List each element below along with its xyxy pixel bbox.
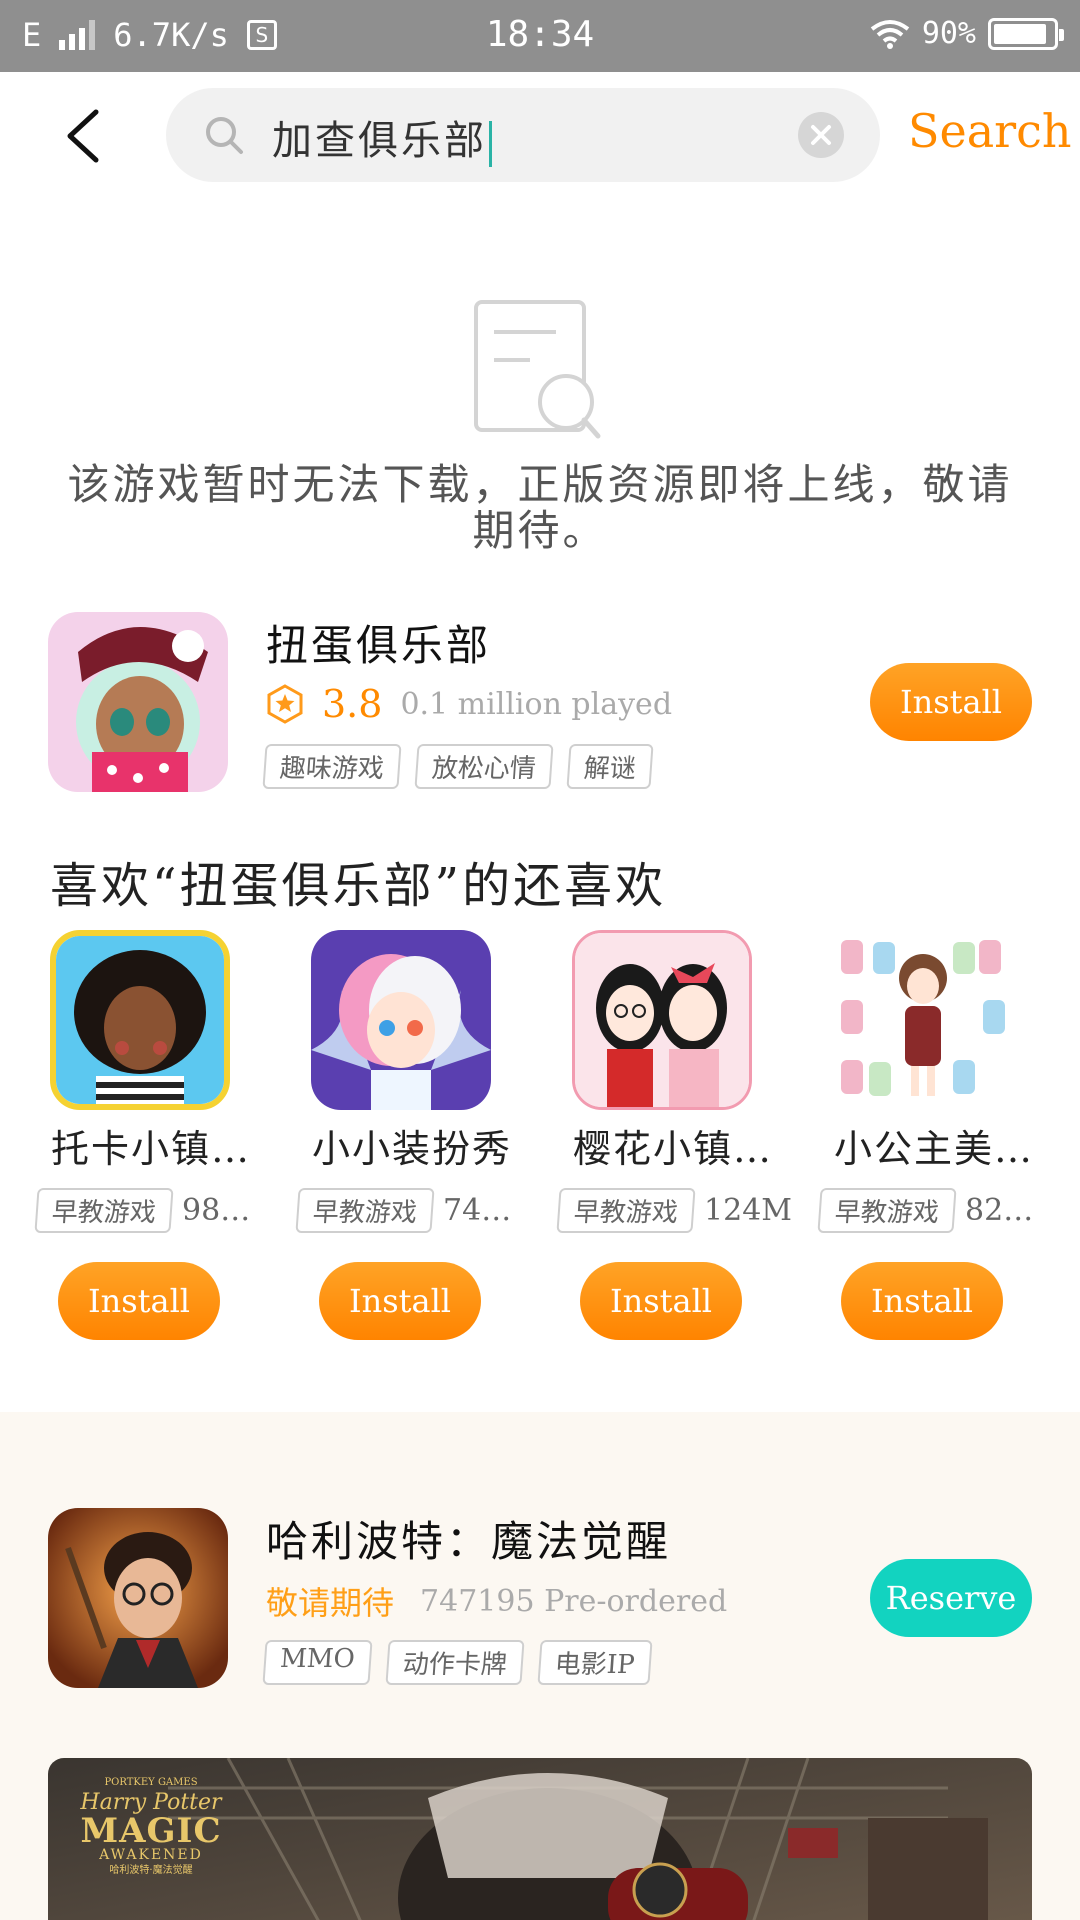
install-button[interactable]: Install — [841, 1262, 1003, 1340]
app-name: 小小装扮秀 — [311, 1127, 512, 1171]
tag: 趣味游戏 — [262, 744, 402, 789]
app-size: 124M — [704, 1193, 792, 1228]
harry-potter-logo: PORTKEY GAMES Harry Potter MAGIC AWAKENE… — [76, 1778, 226, 1876]
preorder-app-row[interactable]: 哈利波特：魔法觉醒 敬请期待 747195 Pre-ordered MMO 动作… — [0, 1508, 1080, 1688]
app-name: 小公主美… — [833, 1127, 1034, 1171]
search-icon — [206, 117, 243, 154]
tag-list: MMO 动作卡牌 电影IP — [262, 1640, 652, 1685]
battery-percent: 90% — [921, 16, 976, 51]
game-banner-image[interactable]: PORTKEY GAMES Harry Potter MAGIC AWAKENE… — [48, 1758, 1032, 1920]
app-name: 樱花小镇… — [572, 1127, 773, 1171]
app-size: 98… — [182, 1193, 251, 1228]
app-icon-gacha-club[interactable] — [48, 612, 228, 792]
app-icon-dressup[interactable] — [311, 930, 491, 1110]
install-button[interactable]: Install — [870, 663, 1032, 741]
app-icon-princess[interactable] — [833, 930, 1013, 1110]
tag: 早教游戏 — [295, 1188, 435, 1233]
install-button[interactable]: Install — [58, 1262, 220, 1340]
tag-list: 趣味游戏 放松心情 解谜 — [262, 744, 654, 789]
reserve-button[interactable]: Reserve — [870, 1559, 1032, 1637]
app-icon-harry-potter[interactable] — [48, 1508, 228, 1688]
preorder-status: 敬请期待 — [266, 1584, 395, 1622]
app-size: 74… — [443, 1193, 512, 1228]
search-box[interactable]: 加查俱乐部 — [166, 88, 880, 182]
rating-value: 3.8 — [322, 682, 383, 726]
played-count: 0.1 million played — [400, 686, 673, 722]
tag: 电影IP — [537, 1640, 652, 1685]
tag: 放松心情 — [414, 744, 554, 789]
clear-search-button[interactable] — [798, 112, 844, 158]
logo-magic: MAGIC — [80, 1811, 222, 1851]
section-title: 喜欢“扭蛋俱乐部”的还喜欢 — [50, 858, 667, 914]
empty-message: 该游戏暂时无法下载，正版资源即将上线，敬请期待。 — [67, 460, 1013, 555]
app-title: 扭蛋俱乐部 — [266, 621, 492, 670]
text-caret — [489, 121, 492, 167]
battery-icon — [988, 17, 1064, 50]
preorder-count: 747195 Pre-ordered — [420, 1583, 728, 1619]
search-query: 加查俱乐部 — [272, 118, 487, 164]
app-name: 托卡小镇… — [50, 1127, 251, 1171]
app-title: 哈利波特：魔法觉醒 — [266, 1517, 672, 1566]
app-size: 82… — [965, 1193, 1034, 1228]
install-button[interactable]: Install — [580, 1262, 742, 1340]
tag: 早教游戏 — [556, 1188, 696, 1233]
tag: 动作卡牌 — [384, 1640, 525, 1685]
search-input[interactable]: 加查俱乐部 — [272, 108, 492, 167]
featured-app-row[interactable]: 扭蛋俱乐部 3.8 0.1 million played 趣味游戏 放松心情 解… — [0, 612, 1080, 792]
app-icon-sakura[interactable] — [572, 930, 752, 1110]
status-bar: E 6.7K/s S 18:34 90% — [0, 0, 1080, 72]
tag: 早教游戏 — [34, 1188, 174, 1233]
tag: 早教游戏 — [817, 1188, 957, 1233]
logo-chinese: 哈利波特·魔法觉醒 — [109, 1865, 193, 1876]
document-search-icon — [474, 300, 601, 439]
search-button[interactable]: Search — [908, 104, 1072, 158]
rating-star-icon — [267, 684, 303, 724]
logo-publisher: PORTKEY GAMES — [104, 1777, 198, 1788]
wifi-icon — [870, 19, 910, 49]
tag: 解谜 — [566, 744, 654, 789]
install-button[interactable]: Install — [319, 1262, 481, 1340]
close-icon — [811, 125, 831, 145]
app-icon-toca[interactable] — [50, 930, 230, 1110]
back-arrow-icon[interactable] — [60, 108, 110, 164]
tag: MMO — [262, 1640, 373, 1685]
